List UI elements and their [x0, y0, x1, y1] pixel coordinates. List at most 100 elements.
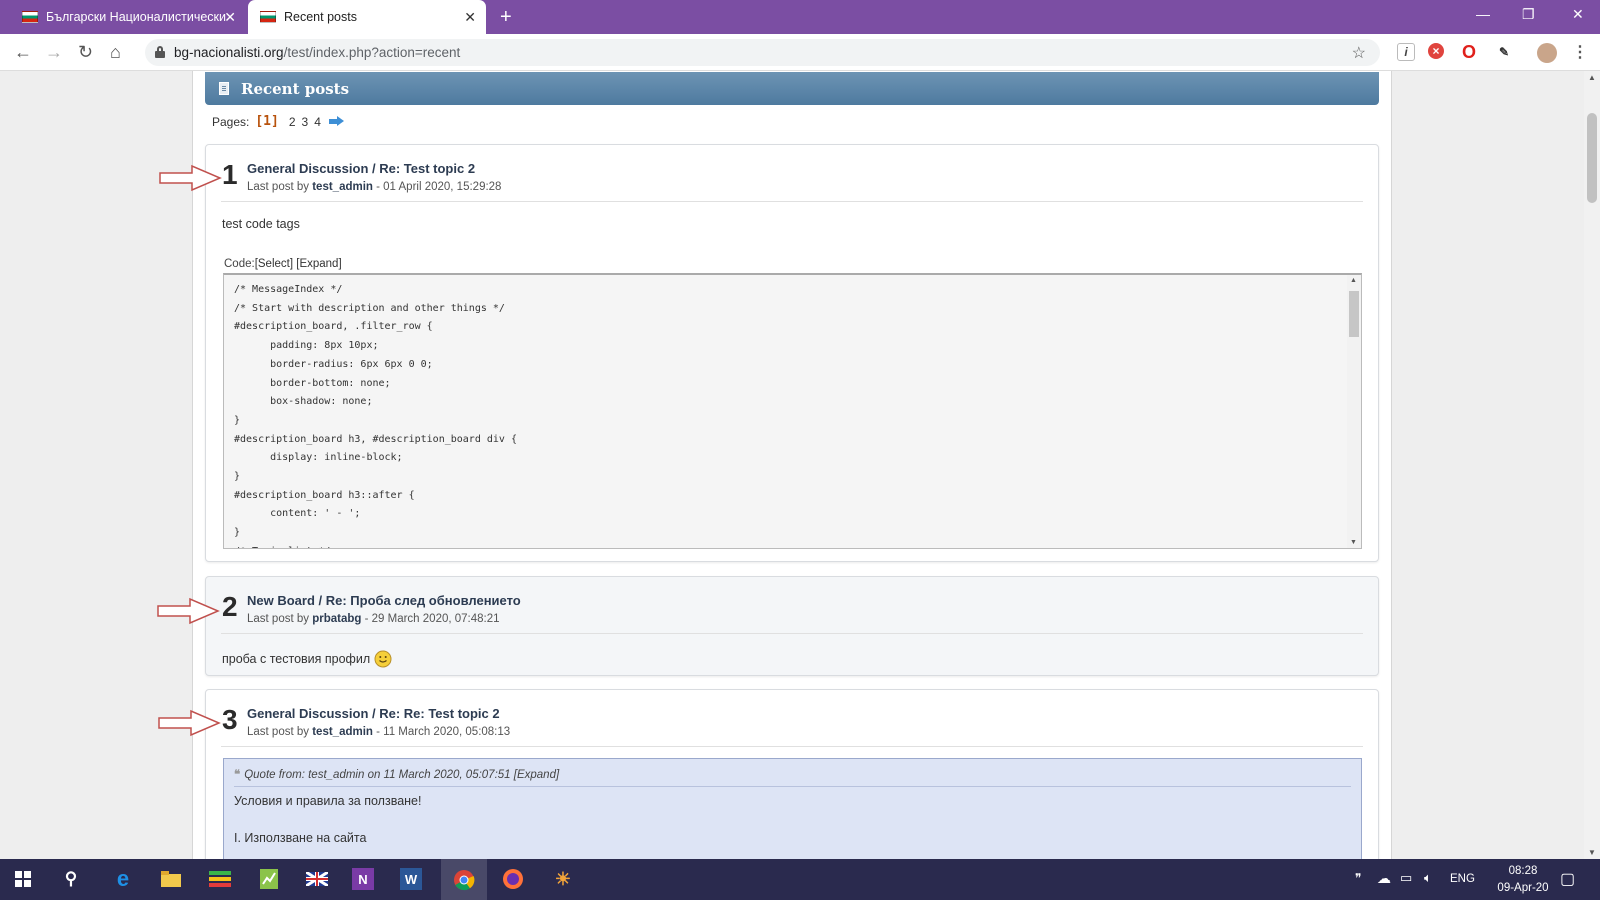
tab-close-icon[interactable]: ✕: [464, 9, 476, 26]
language-indicator[interactable]: ENG: [1450, 873, 1475, 885]
smiley-emoji-icon: [374, 650, 392, 668]
windows-taskbar: ⚲ e N W ☀ ❞ ☁ ▭ 🔈︎ ENG 08:28 09-Apr-20 ▢: [0, 859, 1600, 900]
firefox-icon[interactable]: [500, 866, 526, 892]
word-icon[interactable]: W: [400, 868, 422, 890]
opera-extension-icon[interactable]: O: [1460, 42, 1478, 62]
quote-mark-icon: ❝: [234, 769, 241, 781]
tab-title: Recent posts: [284, 10, 357, 24]
code-content: /* MessageIndex */ /* Start with descrip…: [234, 284, 517, 548]
onedrive-cloud-icon[interactable]: ☁: [1377, 870, 1391, 887]
pen-extension-icon[interactable]: ✎: [1495, 43, 1513, 61]
post-meta: Last post by prbatabg - 29 March 2020, 0…: [247, 613, 500, 625]
bookmarks-app-icon[interactable]: [207, 866, 233, 892]
code-scrollbar[interactable]: ▲ ▼: [1347, 275, 1361, 548]
page-link-4[interactable]: 4: [314, 115, 321, 129]
notifications-icon[interactable]: ▢: [1560, 869, 1575, 889]
post-body: проба с тестовия профил: [222, 650, 392, 668]
url-text: bg-nacionalisti.org/test/index.php?actio…: [174, 45, 461, 60]
window-close-icon[interactable]: ✕: [1572, 6, 1584, 23]
restore-icon[interactable]: ❐: [1522, 6, 1535, 23]
volume-icon[interactable]: 🔈︎: [1424, 870, 1432, 886]
spreadsheet-app-icon[interactable]: [256, 866, 282, 892]
page-link-2[interactable]: 2: [289, 115, 296, 129]
search-icon[interactable]: ⚲: [58, 866, 84, 892]
tray-quote-icon[interactable]: ❞: [1355, 871, 1361, 885]
sun-app-icon[interactable]: ☀: [550, 866, 576, 892]
browser-tab[interactable]: Български Националистически ✕: [10, 0, 246, 34]
post-topic-link[interactable]: General Discussion / Re: Test topic 2: [247, 161, 475, 176]
profile-avatar[interactable]: [1537, 43, 1557, 63]
page-scrollbar-thumb[interactable]: [1587, 113, 1597, 203]
bookmark-star-icon[interactable]: ☆: [1352, 43, 1366, 63]
clock-date[interactable]: 09-Apr-20: [1490, 882, 1556, 894]
code-scrollbar-thumb[interactable]: [1349, 291, 1359, 337]
quote-line: I. Използване на сайта: [234, 831, 367, 845]
post-item: 3 General Discussion / Re: Re: Test topi…: [205, 689, 1379, 859]
browser-toolbar: ← → ↻ ⌂ bg-nacionalisti.org/test/index.p…: [0, 34, 1600, 71]
home-icon[interactable]: ⌂: [110, 42, 121, 63]
recent-posts-header: Recent posts: [205, 72, 1379, 105]
onenote-icon[interactable]: N: [352, 868, 374, 890]
post-author-link[interactable]: prbatabg: [312, 613, 361, 625]
post-body: test code tags: [222, 217, 300, 231]
divider: [221, 746, 1363, 747]
bulgaria-flag-favicon-icon: [22, 11, 38, 23]
annotation-arrow-icon: [157, 597, 220, 625]
annotation-arrow-icon: [159, 164, 222, 192]
post-author-link[interactable]: test_admin: [312, 726, 373, 738]
forward-icon[interactable]: →: [45, 42, 63, 63]
code-header: Code:[Select] [Expand]: [224, 258, 342, 270]
browser-menu-icon[interactable]: ⋮: [1571, 43, 1589, 61]
document-icon: [219, 82, 229, 95]
bulgaria-flag-favicon-icon: [260, 11, 276, 23]
chrome-icon[interactable]: [441, 859, 487, 900]
code-expand-link[interactable]: [Expand]: [296, 258, 341, 270]
scroll-down-icon[interactable]: ▼: [1588, 848, 1596, 857]
clock-time[interactable]: 08:28: [1500, 865, 1546, 877]
page-link-3[interactable]: 3: [302, 115, 309, 129]
file-explorer-icon[interactable]: [158, 866, 184, 892]
scroll-down-icon[interactable]: ▼: [1350, 539, 1357, 546]
code-block[interactable]: /* MessageIndex */ /* Start with descrip…: [223, 273, 1362, 549]
page-title: Recent posts: [241, 79, 350, 98]
back-icon[interactable]: ←: [14, 42, 32, 63]
divider: [221, 633, 1363, 634]
edge-icon[interactable]: e: [110, 866, 136, 892]
quote-header[interactable]: ❝ Quote from: test_admin on 11 March 2020…: [234, 767, 559, 781]
pagination: Pages: [1] 2 3 4: [212, 114, 344, 129]
post-number: 1: [222, 159, 238, 190]
browser-tab-bar: Български Националистически ✕ Recent pos…: [0, 0, 1600, 34]
quote-line: Условия и правила за ползване!: [234, 794, 422, 808]
current-page: [1]: [255, 114, 279, 129]
lock-icon: [155, 46, 165, 58]
new-tab-icon[interactable]: +: [500, 6, 512, 29]
annotation-arrow-icon: [158, 709, 221, 737]
info-extension-icon[interactable]: i: [1397, 43, 1415, 61]
quote-block: ❝ Quote from: test_admin on 11 March 2020…: [223, 758, 1362, 859]
post-meta: Last post by test_admin - 11 March 2020,…: [247, 726, 511, 738]
scroll-up-icon[interactable]: ▲: [1350, 277, 1357, 284]
network-icon[interactable]: ▭: [1400, 870, 1412, 886]
tab-close-icon[interactable]: ✕: [224, 9, 236, 26]
post-topic-link[interactable]: New Board / Re: Проба след обновлението: [247, 593, 521, 608]
post-topic-link[interactable]: General Discussion / Re: Re: Test topic …: [247, 706, 500, 721]
page-scrollbar[interactable]: ▲ ▼: [1584, 71, 1600, 859]
adblock-extension-icon[interactable]: ×: [1428, 43, 1444, 59]
reload-icon[interactable]: ↻: [78, 42, 93, 63]
scroll-up-icon[interactable]: ▲: [1588, 73, 1596, 82]
uk-flag-icon[interactable]: [304, 866, 330, 892]
post-meta: Last post by test_admin - 01 April 2020,…: [247, 181, 502, 193]
post-number: 2: [222, 591, 238, 622]
browser-tab-active[interactable]: Recent posts ✕: [248, 0, 486, 34]
divider: [221, 201, 1363, 202]
minimize-icon[interactable]: —: [1476, 6, 1490, 22]
next-page-arrow-icon[interactable]: [328, 116, 344, 127]
address-bar[interactable]: bg-nacionalisti.org/test/index.php?actio…: [145, 39, 1380, 66]
divider: [234, 786, 1351, 787]
code-select-link[interactable]: [Select]: [255, 258, 293, 270]
page-viewport: Recent posts Pages: [1] 2 3 4 1 General …: [0, 71, 1584, 859]
post-item: 2 New Board / Re: Проба след обновлениет…: [205, 576, 1379, 676]
post-author-link[interactable]: test_admin: [312, 181, 373, 193]
tab-title: Български Националистически: [46, 10, 226, 24]
windows-start-icon[interactable]: [10, 866, 36, 892]
